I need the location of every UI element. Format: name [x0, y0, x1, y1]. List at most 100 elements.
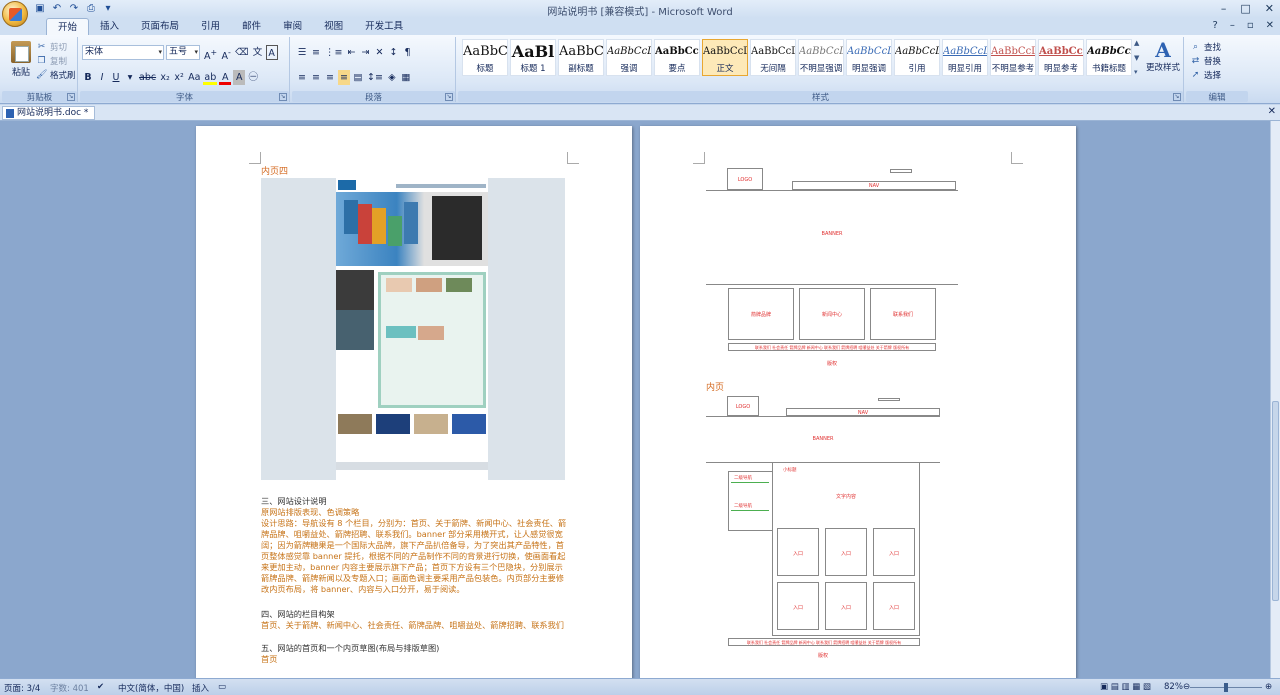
phonetic-guide-icon[interactable]: 文 — [252, 45, 264, 60]
style-intense-reference[interactable]: AaBbCcI 明显参考 — [1038, 39, 1084, 76]
style-no-spacing[interactable]: AaBbCcDı 无间隔 — [750, 39, 796, 76]
document-page[interactable]: 内页四 三、网站设计说明 原网站排版表现、色调策略 设计思路：导航设有 8 个栏… — [196, 126, 632, 678]
strikethrough-icon[interactable]: abc — [138, 70, 157, 85]
style-subtitle[interactable]: AaBbC 副标题 — [558, 39, 604, 76]
document-tab[interactable]: 网站说明书.doc * — [2, 106, 96, 120]
language-indicator[interactable]: 中文(简体，中国) — [118, 682, 184, 694]
change-case-icon[interactable]: Aa — [187, 70, 201, 85]
format-painter-button[interactable]: 🖌 格式刷 — [36, 69, 76, 82]
show-marks-icon[interactable]: ¶ — [401, 45, 413, 60]
paste-button[interactable]: 粘贴 — [8, 41, 34, 83]
view-buttons[interactable]: ▣ ▤ ▥ ▦ ▧ — [1100, 682, 1151, 692]
paragraph-launcher-icon[interactable]: ↘ — [445, 93, 453, 101]
increase-indent-icon[interactable]: ⇥ — [359, 45, 371, 60]
clipboard-launcher-icon[interactable]: ↘ — [67, 93, 75, 101]
bullets-icon[interactable]: ☰ — [296, 45, 308, 60]
style-name: 不明显参考 — [991, 64, 1035, 74]
maximize-button[interactable]: □ — [1240, 2, 1250, 15]
close-button[interactable]: ✕ — [1265, 2, 1274, 15]
sort-icon[interactable]: ↕ — [387, 45, 399, 60]
subscript-icon[interactable]: x₂ — [159, 70, 171, 85]
shading-icon[interactable]: ◈ — [386, 70, 398, 85]
decrease-indent-icon[interactable]: ⇤ — [345, 45, 357, 60]
superscript-icon[interactable]: x² — [173, 70, 185, 85]
italic-icon[interactable]: I — [96, 70, 108, 85]
bold-icon[interactable]: B — [82, 70, 94, 85]
style-book-title[interactable]: AaBbCcI 书籍标题 — [1086, 39, 1132, 76]
style-normal[interactable]: AaBbCcDı 正文 — [702, 39, 748, 76]
change-styles-button[interactable]: A 更改样式 — [1146, 39, 1180, 73]
insert-mode-indicator[interactable]: 插入 — [192, 682, 209, 694]
tab-home[interactable]: 开始 — [46, 18, 90, 35]
help-icon[interactable]: ? — [1213, 20, 1218, 31]
tab-review[interactable]: 审阅 — [272, 18, 313, 35]
align-center-icon[interactable]: ≡ — [310, 70, 322, 85]
style-intense-quote[interactable]: AaBbCcDı 明显引用 — [942, 39, 988, 76]
borders-icon[interactable]: ▦ — [400, 70, 412, 85]
ribbon-minimize-icon[interactable]: – — [1230, 20, 1235, 31]
select-button[interactable]: ➚ 选择 — [1190, 69, 1221, 82]
tab-mailings[interactable]: 邮件 — [231, 18, 272, 35]
more-icon[interactable]: ▾ — [1134, 68, 1143, 76]
underline-icon[interactable]: U — [110, 70, 122, 85]
distributed-icon[interactable]: ▤ — [352, 70, 364, 85]
numbering-icon[interactable]: ≡ — [310, 45, 322, 60]
style-emphasis[interactable]: AaBbCcDı 强调 — [606, 39, 652, 76]
align-right-icon[interactable]: ≡ — [324, 70, 336, 85]
page-count[interactable]: 页面: 3/4 — [4, 682, 40, 694]
font-size-combo[interactable]: 五号 ▾ — [166, 45, 200, 60]
tab-page-layout[interactable]: 页面布局 — [130, 18, 190, 35]
styles-launcher-icon[interactable]: ↘ — [1173, 93, 1181, 101]
font-name-combo[interactable]: 宋体 ▾ — [82, 45, 164, 60]
align-left-icon[interactable]: ≡ — [296, 70, 308, 85]
close-document-icon[interactable]: ✕ — [1268, 106, 1276, 117]
copy-button[interactable]: ❐ 复制 — [36, 55, 67, 68]
word-count[interactable]: 字数: 401 — [50, 682, 89, 694]
scrollbar-thumb[interactable] — [1272, 401, 1279, 601]
highlight-icon[interactable]: ab — [203, 70, 218, 85]
multilevel-list-icon[interactable]: ⋮≡ — [324, 45, 343, 60]
document-page[interactable]: LOGO NAV BANNER 箭牌品牌 新闻中心 联系我们 联系我们 社会责任… — [640, 126, 1076, 678]
doc-close-icon[interactable]: ✕ — [1266, 20, 1274, 31]
clear-format-icon[interactable]: ⌫ — [234, 45, 249, 60]
tab-references[interactable]: 引用 — [190, 18, 231, 35]
style-quote[interactable]: AaBbCcDı 引用 — [894, 39, 940, 76]
cursor-icon: ➚ — [1191, 69, 1200, 80]
find-button[interactable]: ⌕ 查找 — [1190, 41, 1221, 54]
font-launcher-icon[interactable]: ↘ — [279, 93, 287, 101]
style-strong[interactable]: AaBbCcD 要点 — [654, 39, 700, 76]
char-border-icon[interactable]: A — [265, 45, 278, 60]
style-subtle-reference[interactable]: AaBbCcD 不明显参考 — [990, 39, 1036, 76]
vertical-scrollbar[interactable] — [1270, 121, 1280, 678]
tab-developer[interactable]: 开发工具 — [354, 18, 414, 35]
style-heading-1[interactable]: AaBl 标题 1 — [510, 39, 556, 76]
style-intense-emphasis[interactable]: AaBbCcDı 明显强调 — [846, 39, 892, 76]
minimize-button[interactable]: – — [1221, 2, 1227, 15]
zoom-slider-thumb[interactable] — [1224, 683, 1228, 692]
line-spacing-icon[interactable]: ↕≡ — [366, 70, 384, 85]
justify-icon[interactable]: ≡ — [338, 70, 350, 85]
enclosed-char-icon[interactable]: ㊀ — [247, 70, 259, 85]
tab-insert[interactable]: 插入 — [89, 18, 130, 35]
style-gallery-scroll[interactable]: ▲ ▼ ▾ — [1134, 39, 1143, 76]
underline-dropdown-icon[interactable]: ▾ — [124, 70, 136, 85]
ribbon-restore-icon[interactable]: ▫ — [1247, 20, 1254, 31]
shrink-font-icon[interactable]: A- — [220, 45, 232, 62]
style-name: 明显强调 — [851, 64, 886, 74]
style-title[interactable]: AaBbC 标题 — [462, 39, 508, 76]
scroll-down-icon[interactable]: ▼ — [1134, 54, 1143, 62]
grow-font-icon[interactable]: A+ — [203, 45, 218, 62]
scroll-up-icon[interactable]: ▲ — [1134, 39, 1143, 47]
style-subtle-emphasis[interactable]: AaBbCcDı 不明显强调 — [798, 39, 844, 76]
macro-recording-icon[interactable]: ▭ — [218, 682, 226, 692]
zoom-level[interactable]: 82% — [1164, 682, 1183, 692]
font-color-icon[interactable]: A — [219, 70, 232, 85]
replace-button[interactable]: ⇄ 替换 — [1190, 55, 1221, 68]
chinese-layout-icon[interactable]: ✕ — [373, 45, 385, 60]
proofing-icon[interactable]: ✔ — [97, 682, 104, 692]
office-button[interactable] — [2, 1, 28, 27]
cut-button[interactable]: ✂ 剪切 — [36, 41, 67, 54]
char-shading-icon[interactable]: A — [233, 70, 246, 85]
zoom-in-icon[interactable]: ⊕ — [1265, 682, 1272, 692]
tab-view[interactable]: 视图 — [313, 18, 354, 35]
